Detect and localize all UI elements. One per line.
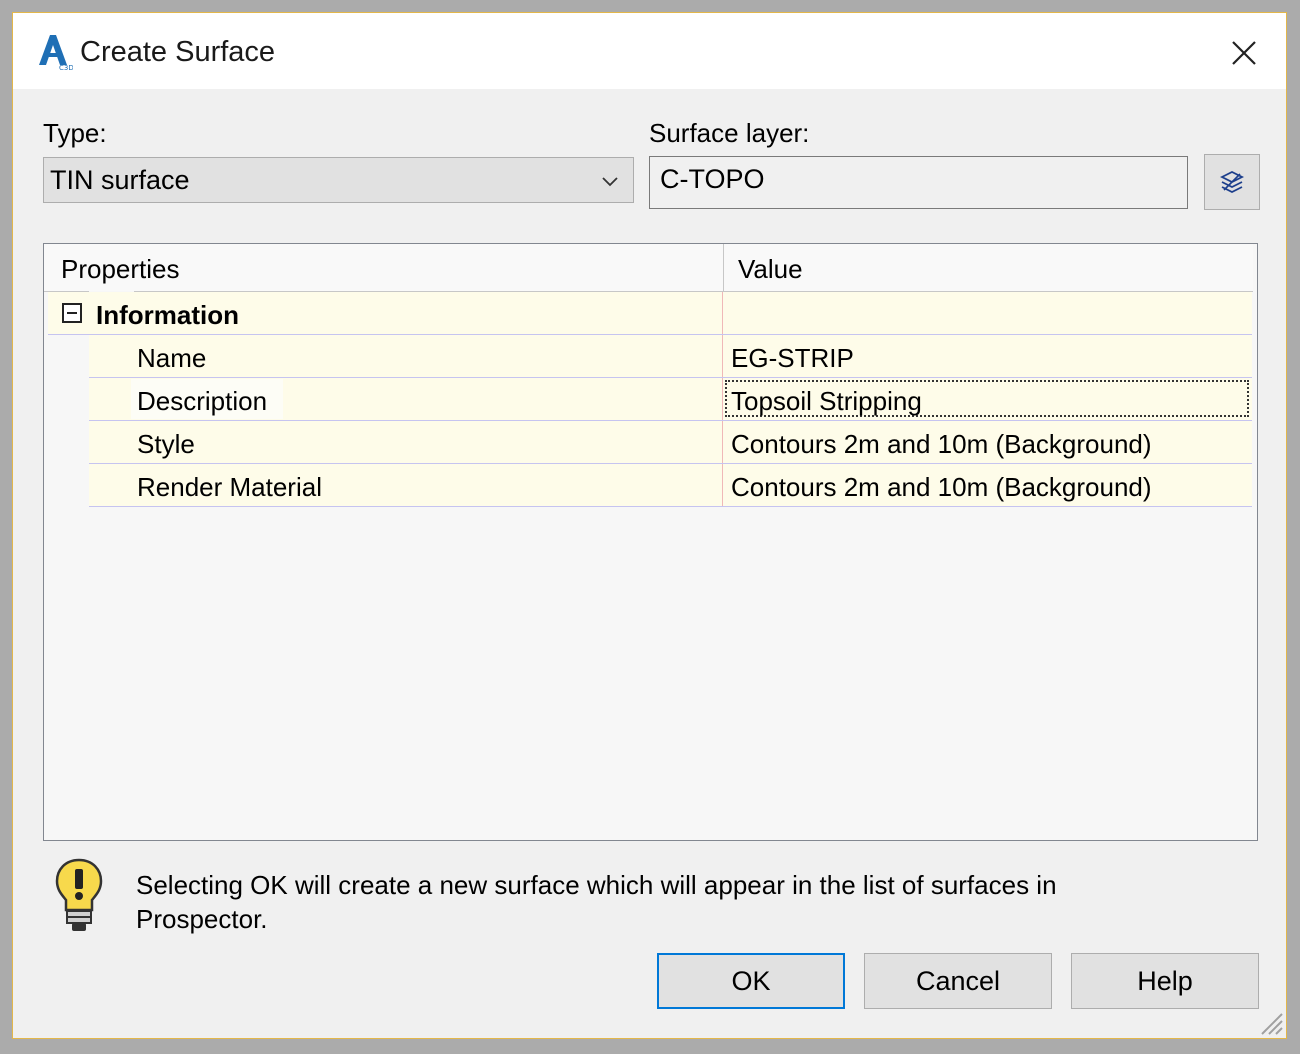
- ok-button[interactable]: OK: [657, 953, 845, 1009]
- layer-select-button[interactable]: [1204, 154, 1260, 210]
- surface-layer-field[interactable]: C-TOPO: [649, 156, 1188, 209]
- info-message: Selecting OK will create a new surface w…: [136, 870, 1057, 934]
- chevron-down-icon: [602, 177, 618, 187]
- table-row[interactable]: Style Contours 2m and 10m (Background): [89, 421, 1252, 464]
- table-row[interactable]: Description Topsoil Stripping: [89, 378, 1252, 421]
- cancel-button[interactable]: Cancel: [864, 953, 1052, 1009]
- property-name: Name: [137, 343, 207, 373]
- surface-layer-label: Surface layer:: [649, 118, 810, 148]
- grid-header: Properties Value: [44, 244, 1253, 292]
- svg-text:C3D: C3D: [59, 64, 73, 71]
- section-row-information[interactable]: Information: [48, 292, 1252, 335]
- help-button[interactable]: Help: [1071, 953, 1259, 1009]
- property-value[interactable]: Contours 2m and 10m (Background): [731, 429, 1152, 460]
- property-value[interactable]: Contours 2m and 10m (Background): [731, 472, 1152, 503]
- title-bar: C3D Create Surface: [13, 13, 1286, 89]
- properties-grid: Properties Value Information Name EG-STR…: [43, 243, 1258, 841]
- layers-icon: [1219, 170, 1245, 194]
- value-column-header[interactable]: Value: [738, 254, 803, 285]
- column-separator: [723, 244, 724, 291]
- cell-separator: [722, 378, 723, 420]
- property-name: Description: [137, 386, 268, 416]
- section-label: Information: [96, 300, 239, 330]
- table-row[interactable]: Render Material Contours 2m and 10m (Bac…: [89, 464, 1252, 507]
- property-value[interactable]: Topsoil Stripping: [731, 386, 922, 417]
- table-row[interactable]: Name EG-STRIP: [89, 335, 1252, 378]
- type-label: Type:: [43, 118, 107, 148]
- property-name: Render Material: [137, 472, 322, 502]
- close-icon[interactable]: [1226, 35, 1262, 71]
- type-value: TIN surface: [50, 165, 190, 195]
- cell-separator: [722, 292, 723, 334]
- cell-separator: [722, 464, 723, 506]
- properties-column-header[interactable]: Properties: [61, 254, 180, 285]
- property-name: Style: [137, 429, 195, 459]
- civil3d-app-icon: C3D: [39, 35, 73, 71]
- collapse-icon[interactable]: [62, 303, 82, 323]
- type-dropdown[interactable]: TIN surface: [43, 157, 634, 203]
- resize-grip-icon[interactable]: [1254, 1006, 1284, 1036]
- create-surface-dialog: C3D Create Surface Type: TIN surface Sur…: [12, 12, 1287, 1039]
- lightbulb-icon: [55, 858, 103, 931]
- window-title: Create Surface: [80, 36, 276, 68]
- property-value[interactable]: EG-STRIP: [731, 343, 854, 374]
- cell-separator: [722, 335, 723, 377]
- cell-separator: [722, 421, 723, 463]
